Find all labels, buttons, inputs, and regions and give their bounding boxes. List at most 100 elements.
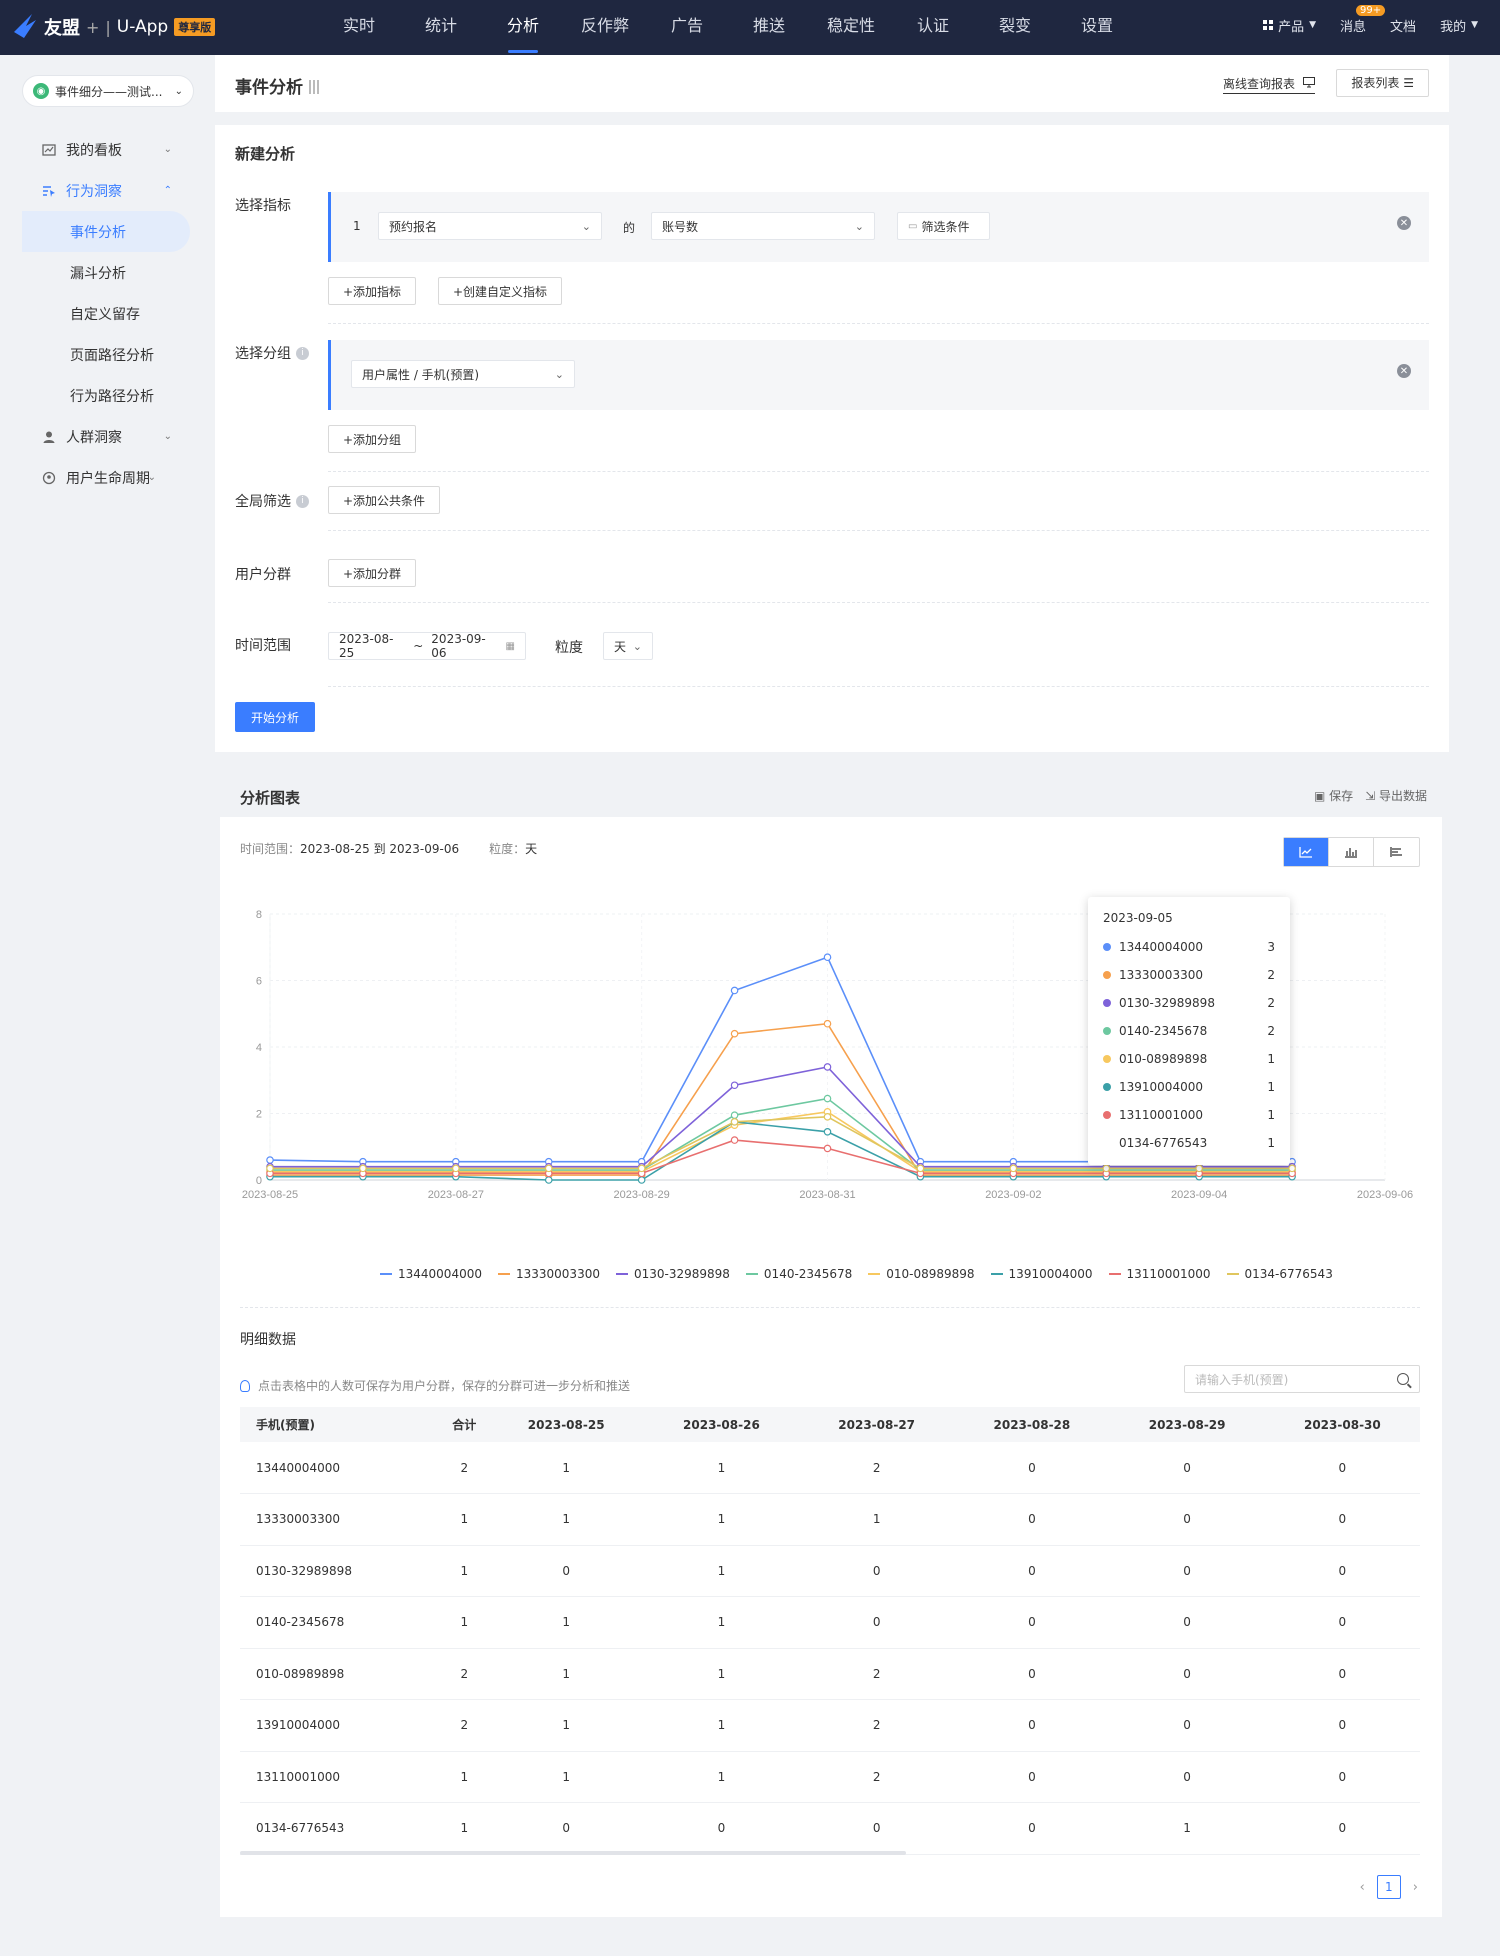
menu-item-ads[interactable]: 广告 xyxy=(646,0,728,55)
count-cell[interactable]: 1 xyxy=(488,1699,644,1752)
bar-chart-view-button[interactable] xyxy=(1329,838,1374,866)
measure-select[interactable]: 账号数 ⌄ xyxy=(651,212,875,240)
menu-item-analysis[interactable]: 分析 xyxy=(482,0,564,55)
sidebar-sub-behavior-path[interactable]: 行为路径分析 xyxy=(22,375,190,416)
count-cell[interactable]: 0 xyxy=(1109,1545,1265,1597)
count-cell[interactable]: 0 xyxy=(1109,1699,1265,1752)
horizontal-scrollbar[interactable] xyxy=(240,1851,906,1855)
legend-item[interactable]: 13330003300 xyxy=(497,1267,600,1281)
menu-item-stability[interactable]: 稳定性 xyxy=(810,0,892,55)
count-cell[interactable]: 0 xyxy=(643,1802,800,1855)
count-cell[interactable]: 2 xyxy=(799,1699,955,1752)
count-cell[interactable]: 2 xyxy=(440,1648,489,1700)
doc-icon[interactable] xyxy=(309,80,321,94)
info-icon[interactable]: i xyxy=(296,346,309,360)
sidebar-sub-retention[interactable]: 自定义留存 xyxy=(22,293,190,334)
logo[interactable]: 友盟 + | U-App 尊享版 xyxy=(12,8,216,46)
count-cell[interactable]: 0 xyxy=(1264,1596,1420,1649)
group-select[interactable]: 用户属性 / 手机(预置) ⌄ xyxy=(351,360,575,388)
menu-item-anti-fraud[interactable]: 反作弊 xyxy=(564,0,646,55)
count-cell[interactable]: 0 xyxy=(1264,1648,1420,1700)
count-cell[interactable]: 1 xyxy=(440,1596,489,1649)
count-cell[interactable]: 0 xyxy=(954,1802,1110,1855)
count-cell[interactable]: 0 xyxy=(1109,1493,1265,1546)
sidebar-sub-event-analysis[interactable]: 事件分析 xyxy=(22,211,190,252)
sidebar-item-dashboard[interactable]: 我的看板 ⌄ xyxy=(22,129,190,170)
legend-item[interactable]: 13910004000 xyxy=(990,1267,1093,1281)
remove-group-icon[interactable]: ✕ xyxy=(1397,364,1411,378)
offline-report-link[interactable]: 离线查询报表 xyxy=(1222,75,1315,94)
count-cell[interactable]: 1 xyxy=(440,1545,489,1597)
menu-item-settings[interactable]: 设置 xyxy=(1056,0,1138,55)
count-cell[interactable]: 1 xyxy=(488,1442,644,1494)
count-cell[interactable]: 1 xyxy=(488,1596,644,1649)
count-cell[interactable]: 2 xyxy=(799,1648,955,1700)
count-cell[interactable]: 0 xyxy=(799,1545,955,1597)
info-icon[interactable]: i xyxy=(296,494,309,508)
sidebar-item-people[interactable]: 人群洞察 ⌄ xyxy=(22,416,190,457)
create-custom-metric-button[interactable]: +创建自定义指标 xyxy=(438,277,563,305)
count-cell[interactable]: 1 xyxy=(643,1493,800,1546)
page-number[interactable]: 1 xyxy=(1376,1875,1401,1899)
count-cell[interactable]: 1 xyxy=(643,1751,800,1803)
count-cell[interactable]: 1 xyxy=(643,1442,800,1494)
count-cell[interactable]: 0 xyxy=(1264,1751,1420,1803)
count-cell[interactable]: 1 xyxy=(488,1648,644,1700)
count-cell[interactable]: 0 xyxy=(488,1545,644,1597)
line-chart-view-button[interactable] xyxy=(1284,838,1329,866)
add-segment-button[interactable]: +添加分群 xyxy=(328,559,417,587)
legend-item[interactable]: 0130-32989898 xyxy=(615,1267,730,1281)
count-cell[interactable]: 0 xyxy=(1109,1596,1265,1649)
legend-item[interactable]: 13110001000 xyxy=(1108,1267,1211,1281)
sidebar-sub-page-path[interactable]: 页面路径分析 xyxy=(22,334,190,375)
count-cell[interactable]: 0 xyxy=(954,1699,1110,1752)
menu-item-push[interactable]: 推送 xyxy=(728,0,810,55)
add-metric-button[interactable]: +添加指标 xyxy=(328,277,417,305)
sidebar-item-behavior[interactable]: 行为洞察 ⌃ xyxy=(22,170,190,211)
docs-link[interactable]: 文档 xyxy=(1390,16,1416,35)
menu-item-fission[interactable]: 裂变 xyxy=(974,0,1056,55)
messages-link[interactable]: 消息 99+ xyxy=(1340,4,1386,35)
count-cell[interactable]: 2 xyxy=(799,1442,955,1494)
remove-metric-icon[interactable]: ✕ xyxy=(1397,216,1411,230)
count-cell[interactable]: 0 xyxy=(1264,1802,1420,1855)
count-cell[interactable]: 0 xyxy=(488,1802,644,1855)
count-cell[interactable]: 1 xyxy=(488,1493,644,1546)
count-cell[interactable]: 1 xyxy=(1109,1802,1265,1855)
count-cell[interactable]: 1 xyxy=(440,1493,489,1546)
legend-item[interactable]: 0134-6776543 xyxy=(1226,1267,1333,1281)
count-cell[interactable]: 1 xyxy=(440,1751,489,1803)
menu-item-stats[interactable]: 统计 xyxy=(400,0,482,55)
count-cell[interactable]: 0 xyxy=(1109,1442,1265,1494)
product-dropdown[interactable]: 产品 ▼ xyxy=(1263,16,1316,35)
legend-item[interactable]: 010-08989898 xyxy=(868,1267,975,1281)
count-cell[interactable]: 1 xyxy=(488,1751,644,1803)
count-cell[interactable]: 1 xyxy=(643,1596,800,1649)
date-range-picker[interactable]: 2023-08-25 ~ 2023-09-06 ▦ xyxy=(328,632,526,660)
phone-search-input[interactable]: 请输入手机(预置) xyxy=(1184,1365,1420,1393)
sidebar-sub-funnel[interactable]: 漏斗分析 xyxy=(22,252,190,293)
count-cell[interactable]: 0 xyxy=(1264,1699,1420,1752)
count-cell[interactable]: 0 xyxy=(954,1596,1110,1649)
legend-item[interactable]: 0140-2345678 xyxy=(745,1267,852,1281)
count-cell[interactable]: 0 xyxy=(1264,1545,1420,1597)
count-cell[interactable]: 0 xyxy=(954,1545,1110,1597)
count-cell[interactable]: 1 xyxy=(643,1699,800,1752)
prev-page-icon[interactable]: ‹ xyxy=(1360,1880,1365,1895)
count-cell[interactable]: 0 xyxy=(954,1648,1110,1700)
add-common-condition-button[interactable]: +添加公共条件 xyxy=(328,486,441,514)
count-cell[interactable]: 0 xyxy=(1109,1751,1265,1803)
count-cell[interactable]: 0 xyxy=(954,1442,1110,1494)
count-cell[interactable]: 0 xyxy=(954,1493,1110,1546)
count-cell[interactable]: 0 xyxy=(954,1751,1110,1803)
export-button[interactable]: ⇲ 导出数据 xyxy=(1365,787,1427,804)
add-group-button[interactable]: +添加分组 xyxy=(328,425,417,453)
menu-item-realtime[interactable]: 实时 xyxy=(318,0,400,55)
count-cell[interactable]: 1 xyxy=(643,1545,800,1597)
count-cell[interactable]: 0 xyxy=(1264,1493,1420,1546)
next-page-icon[interactable]: › xyxy=(1413,1880,1418,1895)
event-select[interactable]: 预约报名 ⌄ xyxy=(378,212,602,240)
legend-item[interactable]: 13440004000 xyxy=(380,1267,482,1281)
count-cell[interactable]: 1 xyxy=(643,1648,800,1700)
count-cell[interactable]: 0 xyxy=(1264,1442,1420,1494)
